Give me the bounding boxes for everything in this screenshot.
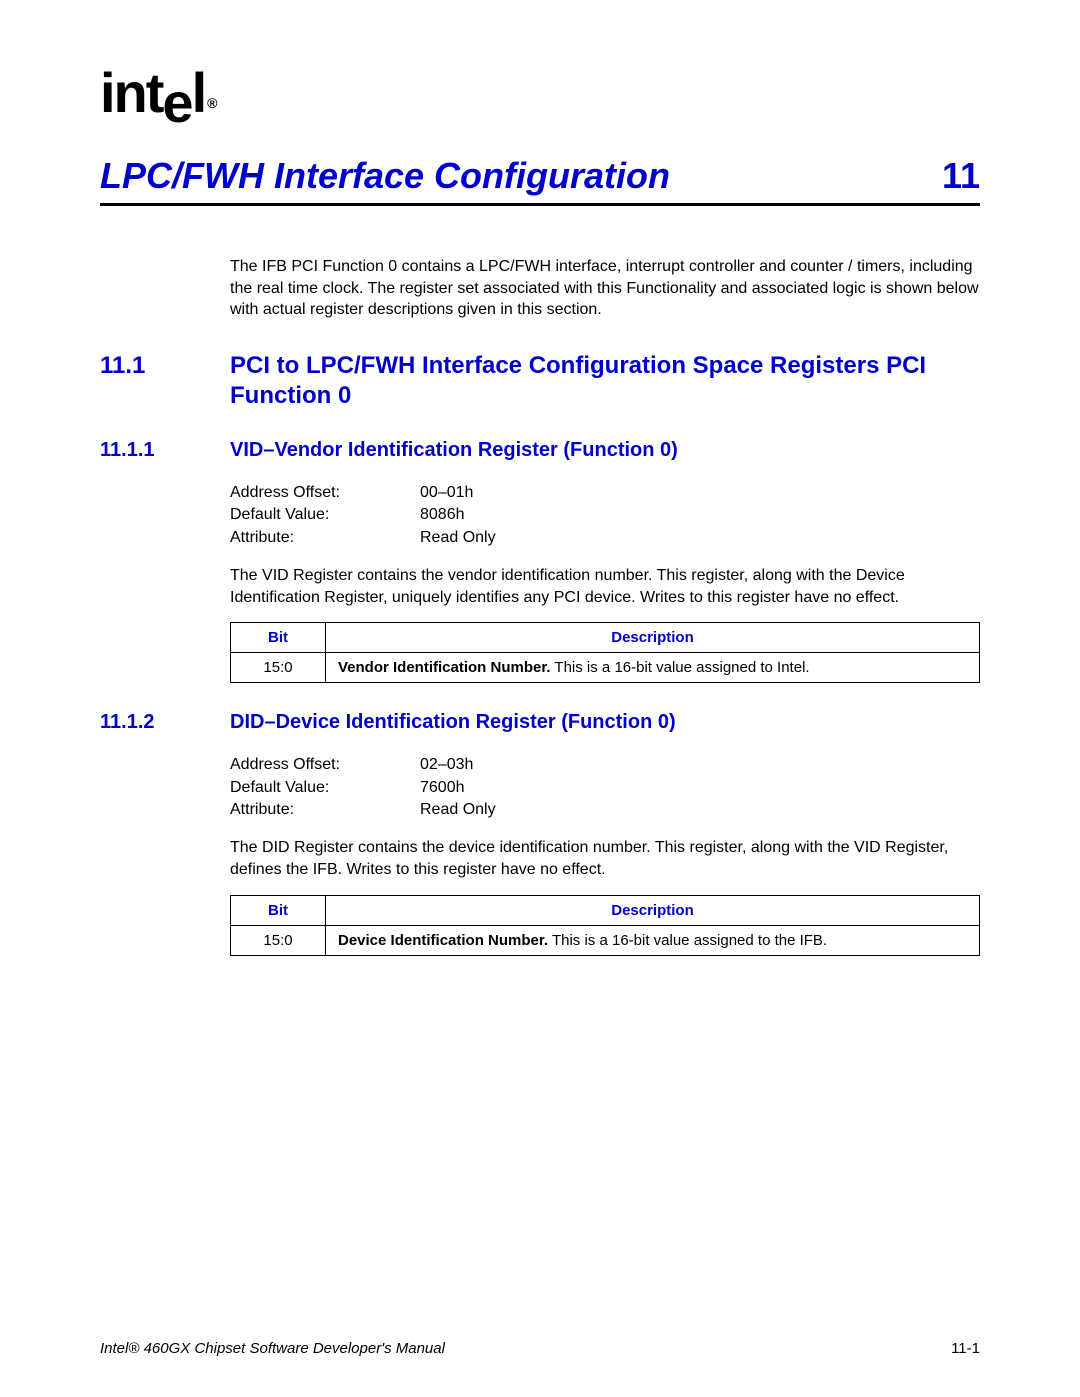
- col-header-description: Description: [326, 623, 980, 653]
- subsection-heading-11-1-1: 11.1.1 VID–Vendor Identification Registe…: [100, 439, 980, 462]
- page: intel® LPC/FWH Interface Configuration 1…: [0, 0, 1080, 1397]
- vid-register-table: Bit Description 15:0 Vendor Identificati…: [230, 622, 980, 683]
- desc-bold: Vendor Identification Number.: [338, 659, 551, 676]
- chapter-number: 11: [942, 155, 980, 197]
- table-row: 15:0 Device Identification Number. This …: [231, 925, 980, 955]
- desc-bold: Device Identification Number.: [338, 932, 548, 949]
- table-row: 15:0 Vendor Identification Number. This …: [231, 653, 980, 683]
- chapter-heading: LPC/FWH Interface Configuration 11: [100, 155, 980, 206]
- registered-mark: ®: [207, 95, 215, 111]
- cell-description: Device Identification Number. This is a …: [326, 925, 980, 955]
- desc-rest: This is a 16-bit value assigned to the I…: [548, 932, 827, 949]
- subsection-number: 11.1.1: [100, 439, 230, 462]
- attr-value: Read Only: [420, 799, 496, 821]
- did-attributes: Address Offset: 02–03h Default Value: 76…: [230, 754, 980, 821]
- attr-row: Default Value: 8086h: [230, 504, 980, 526]
- vid-attributes: Address Offset: 00–01h Default Value: 80…: [230, 482, 980, 549]
- intel-logo: intel®: [100, 60, 980, 125]
- subsection-number: 11.1.2: [100, 711, 230, 734]
- subsection-title: VID–Vendor Identification Register (Func…: [230, 439, 678, 462]
- attr-value: Read Only: [420, 527, 496, 549]
- table-header-row: Bit Description: [231, 895, 980, 925]
- attr-label: Address Offset:: [230, 482, 420, 504]
- cell-description: Vendor Identification Number. This is a …: [326, 653, 980, 683]
- intro-paragraph: The IFB PCI Function 0 contains a LPC/FW…: [230, 256, 980, 321]
- cell-bit: 15:0: [231, 653, 326, 683]
- desc-rest: This is a 16-bit value assigned to Intel…: [551, 659, 810, 676]
- attr-label: Attribute:: [230, 799, 420, 821]
- attr-row: Default Value: 7600h: [230, 777, 980, 799]
- attr-row: Attribute: Read Only: [230, 527, 980, 549]
- cell-bit: 15:0: [231, 925, 326, 955]
- attr-label: Default Value:: [230, 504, 420, 526]
- section-number: 11.1: [100, 351, 230, 411]
- table-header-row: Bit Description: [231, 623, 980, 653]
- did-description: The DID Register contains the device ide…: [230, 837, 980, 880]
- did-register-table: Bit Description 15:0 Device Identificati…: [230, 895, 980, 956]
- subsection-title: DID–Device Identification Register (Func…: [230, 711, 676, 734]
- footer-page-number: 11-1: [951, 1340, 980, 1357]
- vid-description: The VID Register contains the vendor ide…: [230, 565, 980, 608]
- page-footer: Intel® 460GX Chipset Software Developer'…: [100, 1340, 980, 1357]
- attr-label: Default Value:: [230, 777, 420, 799]
- attr-value: 02–03h: [420, 754, 473, 776]
- attr-row: Address Offset: 00–01h: [230, 482, 980, 504]
- chapter-title: LPC/FWH Interface Configuration: [100, 155, 670, 197]
- col-header-bit: Bit: [231, 623, 326, 653]
- footer-manual-title: Intel® 460GX Chipset Software Developer'…: [100, 1340, 445, 1357]
- section-title: PCI to LPC/FWH Interface Configuration S…: [230, 351, 980, 411]
- col-header-description: Description: [326, 895, 980, 925]
- subsection-heading-11-1-2: 11.1.2 DID–Device Identification Registe…: [100, 711, 980, 734]
- attr-value: 8086h: [420, 504, 465, 526]
- attr-label: Attribute:: [230, 527, 420, 549]
- section-heading-11-1: 11.1 PCI to LPC/FWH Interface Configurat…: [100, 351, 980, 411]
- attr-row: Attribute: Read Only: [230, 799, 980, 821]
- attr-value: 00–01h: [420, 482, 473, 504]
- attr-row: Address Offset: 02–03h: [230, 754, 980, 776]
- attr-value: 7600h: [420, 777, 465, 799]
- col-header-bit: Bit: [231, 895, 326, 925]
- attr-label: Address Offset:: [230, 754, 420, 776]
